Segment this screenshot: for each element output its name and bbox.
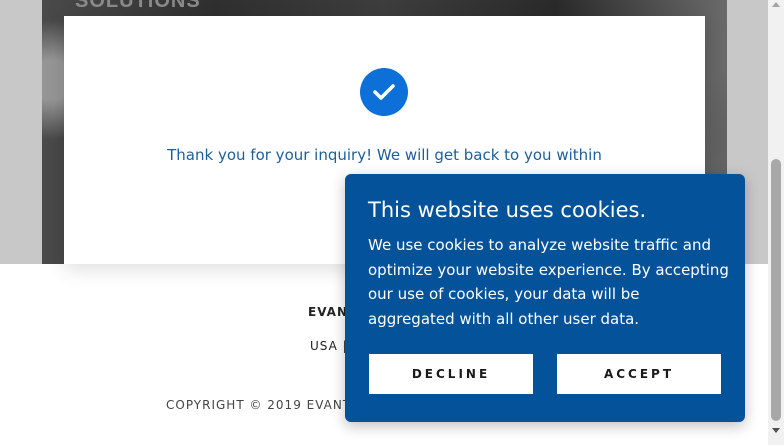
checkmark-icon (360, 68, 408, 116)
cookie-banner: This website uses cookies. We use cookie… (345, 174, 745, 422)
scrollbar-thumb[interactable] (771, 159, 781, 421)
accept-button[interactable]: ACCEPT (557, 354, 721, 394)
cookie-banner-text: We use cookies to analyze website traffi… (368, 236, 729, 328)
scroll-up-arrow-icon[interactable] (772, 2, 780, 7)
footer-links[interactable]: USA | (310, 339, 348, 353)
hero-heading: SOLUTIONS (75, 0, 201, 12)
confirmation-message: Thank you for your inquiry! We will get … (167, 146, 602, 164)
page: SOLUTIONS Thank you for your inquiry! We… (0, 0, 784, 445)
footer-copyright: COPYRIGHT © 2019 EVANTE (166, 398, 360, 412)
scroll-down-arrow-icon[interactable] (772, 428, 780, 433)
footer-company-name: EVAN (308, 305, 348, 319)
vertical-scrollbar[interactable] (768, 0, 784, 445)
cookie-banner-title: This website uses cookies. (368, 198, 647, 222)
decline-button[interactable]: DECLINE (369, 354, 533, 394)
